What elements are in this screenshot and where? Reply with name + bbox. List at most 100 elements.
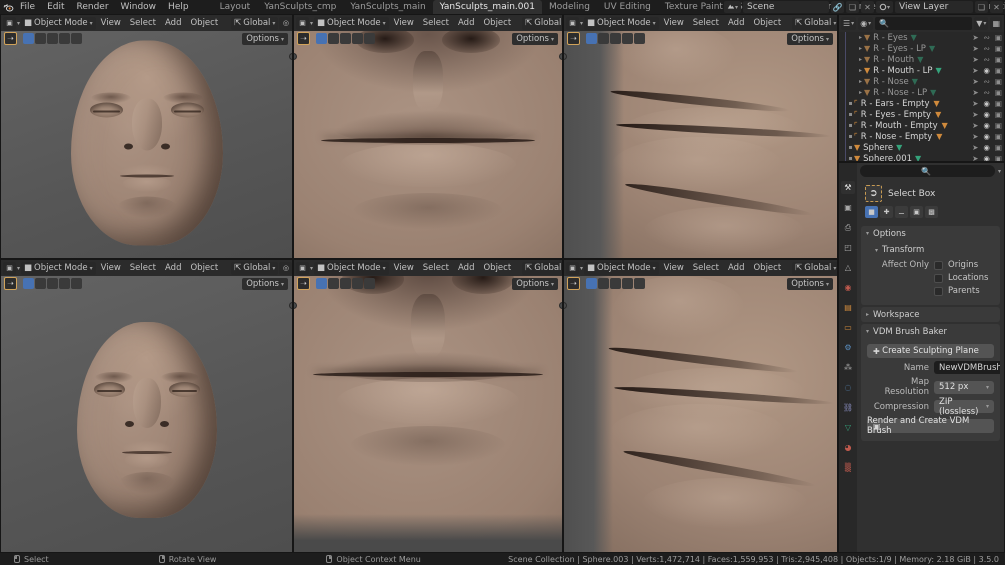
vdm-panel-header[interactable]: ▾ VDM Brush Baker xyxy=(861,324,1000,339)
properties-tab-particles[interactable]: ⁂ xyxy=(841,361,855,374)
select-box-icon[interactable]: ➝ xyxy=(4,277,17,290)
shading-wireframe-icon[interactable] xyxy=(586,33,597,44)
xray-toggle-icon[interactable] xyxy=(340,33,351,44)
properties-tab-tool[interactable]: ⚒ xyxy=(841,181,855,194)
select-arrow-icon[interactable]: ➤ xyxy=(972,77,978,86)
shading-solid-toggle-icon[interactable] xyxy=(328,33,339,44)
viewport-menu-select[interactable]: Select xyxy=(689,17,723,30)
outliner-row-r-eyes-lp[interactable]: ▸ ▼ R - Eyes - LP ▼ ➤ ∾ ▣ xyxy=(839,43,1004,54)
workspace-tab-layout[interactable]: Layout xyxy=(213,0,258,14)
select-box-tool-icon[interactable]: ➲ xyxy=(865,185,882,202)
viewport-menu-select[interactable]: Select xyxy=(126,17,160,30)
viewport-options-button-6[interactable]: Options ▾ xyxy=(787,278,833,290)
workspace-tab-modeling[interactable]: Modeling xyxy=(542,0,597,14)
viewport-menu-view[interactable]: View xyxy=(660,262,688,275)
xray-toggle-icon[interactable] xyxy=(340,278,351,289)
affect-locations-checkbox[interactable] xyxy=(934,274,943,283)
disclosure-dot-icon[interactable]: ▪ xyxy=(847,122,854,129)
viewport-canvas-closeup-mouth-2[interactable] xyxy=(294,260,562,552)
new-view-layer-icon[interactable]: ❏ xyxy=(975,1,988,13)
overlays-toggle-icon[interactable] xyxy=(352,278,363,289)
scene-icon[interactable]: ▾ xyxy=(724,1,741,13)
viewport-profile-lips-2[interactable]: ▣ ▾ ■ Object Mode ▾ View Select Add Obje… xyxy=(563,259,838,553)
remove-scene-icon[interactable]: ✕ xyxy=(861,1,874,13)
disclosure-dot-icon[interactable]: ▪ xyxy=(847,111,854,118)
outliner-search-input[interactable]: 🔍 xyxy=(875,17,972,30)
viewport-menu-object[interactable]: Object xyxy=(186,262,222,275)
mode-selector-button[interactable]: ■ Object Mode ▾ xyxy=(21,262,96,275)
properties-tab-view-layer[interactable]: ◰ xyxy=(841,241,855,254)
gizmo-toggle-icon[interactable] xyxy=(364,278,375,289)
disclosure-triangle-icon[interactable]: ▸ xyxy=(857,67,864,74)
properties-tab-scene[interactable]: △ xyxy=(841,261,855,274)
remove-view-layer-icon[interactable]: ✕ xyxy=(990,1,1003,13)
affect-origins-checkbox[interactable] xyxy=(934,261,943,270)
menu-render[interactable]: Render xyxy=(71,0,115,14)
editor-type-3dview-icon[interactable]: ▣ xyxy=(566,17,579,30)
properties-tab-collection[interactable]: ▤ xyxy=(841,301,855,314)
transform-orientation-button[interactable]: ⇱ Global ▾ xyxy=(231,262,278,275)
xray-toggle-icon[interactable] xyxy=(610,278,621,289)
viewport-menu-add[interactable]: Add xyxy=(161,17,185,30)
mode-selector-button[interactable]: ■ Object Mode ▾ xyxy=(584,17,659,30)
properties-tab-output[interactable]: ⎙ xyxy=(841,221,855,234)
viewport-options-button-5[interactable]: Options ▾ xyxy=(512,278,558,290)
viewport-options-button-4[interactable]: Options ▾ xyxy=(242,278,288,290)
disclosure-dot-icon[interactable]: ▪ xyxy=(847,144,854,151)
snap-target-icon[interactable]: ◎ xyxy=(279,262,292,275)
outliner-row-r-nose-lp[interactable]: ▸ ▼ R - Nose - LP ▼ ➤ ∾ ▣ xyxy=(839,87,1004,98)
select-extend-icon[interactable]: ✚ xyxy=(880,206,893,218)
editor-type-3dview-icon[interactable]: ▣ xyxy=(296,17,309,30)
eye-icon[interactable]: ◉ xyxy=(983,132,990,141)
outliner-row-sphere[interactable]: ▪ ▼ Sphere ▼ ➤ ◉ ▣ xyxy=(839,142,1004,153)
properties-tab-constraints[interactable]: ⛓ xyxy=(841,401,855,414)
transform-orientation-button[interactable]: ⇱ Global ▾ xyxy=(792,262,837,275)
viewport-profile-lips[interactable]: ▣ ▾ ■ Object Mode ▾ View Select Add Obje… xyxy=(563,14,838,259)
transform-orientation-button[interactable]: ⇱ Global ▾ xyxy=(522,17,562,30)
viewport-closeup-mouth[interactable]: ▣ ▾ ■ Object Mode ▾ View Select Add Obje… xyxy=(293,14,563,259)
overlays-toggle-icon[interactable] xyxy=(59,278,70,289)
camera-icon[interactable]: ▣ xyxy=(995,55,1002,64)
gizmo-toggle-icon[interactable] xyxy=(364,33,375,44)
eye-icon[interactable]: ∾ xyxy=(984,77,990,86)
viewport-menu-add[interactable]: Add xyxy=(724,17,748,30)
outliner-editor[interactable]: ☰▾ ◉▾ 🔍 ▼▾ ▦ ▸ ▼ R - Eyes ▼ ➤ xyxy=(838,14,1005,162)
new-scene-icon[interactable]: ❏ xyxy=(846,1,859,13)
properties-tab-world[interactable]: ◉ xyxy=(841,281,855,294)
affect-parents-checkbox[interactable] xyxy=(934,287,943,296)
viewport-menu-select[interactable]: Select xyxy=(126,262,160,275)
camera-icon[interactable]: ▣ xyxy=(995,88,1002,97)
select-arrow-icon[interactable]: ➤ xyxy=(972,110,978,119)
transform-subpanel-header[interactable]: ▾ Transform xyxy=(867,243,994,257)
viewport-canvas-front-head-2[interactable] xyxy=(1,260,292,552)
gizmo-toggle-icon[interactable] xyxy=(71,33,82,44)
new-collection-icon[interactable]: ▦ xyxy=(990,17,1002,30)
shading-wireframe-icon[interactable] xyxy=(23,278,34,289)
camera-icon[interactable]: ▣ xyxy=(995,110,1002,119)
viewport-front-head[interactable]: ▣ ▾ ■ Object Mode ▾ View Select Add Obje… xyxy=(0,14,293,259)
outliner-row-r-nose[interactable]: ▸ ▼ R - Nose ▼ ➤ ∾ ▣ xyxy=(839,76,1004,87)
viewport-options-button-3[interactable]: Options ▾ xyxy=(787,33,833,45)
eye-icon[interactable]: ∾ xyxy=(984,33,990,42)
viewport-menu-select[interactable]: Select xyxy=(689,262,723,275)
eye-icon[interactable]: ∾ xyxy=(984,88,990,97)
eye-icon[interactable]: ◉ xyxy=(983,121,990,130)
viewport-menu-view[interactable]: View xyxy=(97,17,125,30)
camera-icon[interactable]: ▣ xyxy=(995,99,1002,108)
outliner-display-mode-icon[interactable]: ☰▾ xyxy=(841,17,856,30)
viewport-menu-object[interactable]: Object xyxy=(479,262,515,275)
shading-wireframe-icon[interactable] xyxy=(586,278,597,289)
properties-editor[interactable]: ⚒ ▣ ⎙ ◰ △ ◉ ▤ ▭ ⚙ ⁂ ◌ ⛓ ▽ ◕ ▒ 🔍 ▾ xyxy=(838,162,1005,553)
workspace-tab-yansculpts-main[interactable]: YanSculpts_main xyxy=(343,0,432,14)
menu-edit[interactable]: Edit xyxy=(41,0,70,14)
mode-selector-button[interactable]: ■ Object Mode ▾ xyxy=(314,262,389,275)
shading-wireframe-icon[interactable] xyxy=(23,33,34,44)
select-box-icon[interactable]: ➝ xyxy=(567,277,580,290)
properties-tab-physics[interactable]: ◌ xyxy=(841,381,855,394)
viewport-menu-add[interactable]: Add xyxy=(161,262,185,275)
gizmo-toggle-icon[interactable] xyxy=(634,278,645,289)
viewport-canvas-profile-lips[interactable] xyxy=(564,15,837,258)
select-arrow-icon[interactable]: ➤ xyxy=(972,33,978,42)
disclosure-triangle-icon[interactable]: ▸ xyxy=(857,56,864,63)
shading-solid-toggle-icon[interactable] xyxy=(598,278,609,289)
